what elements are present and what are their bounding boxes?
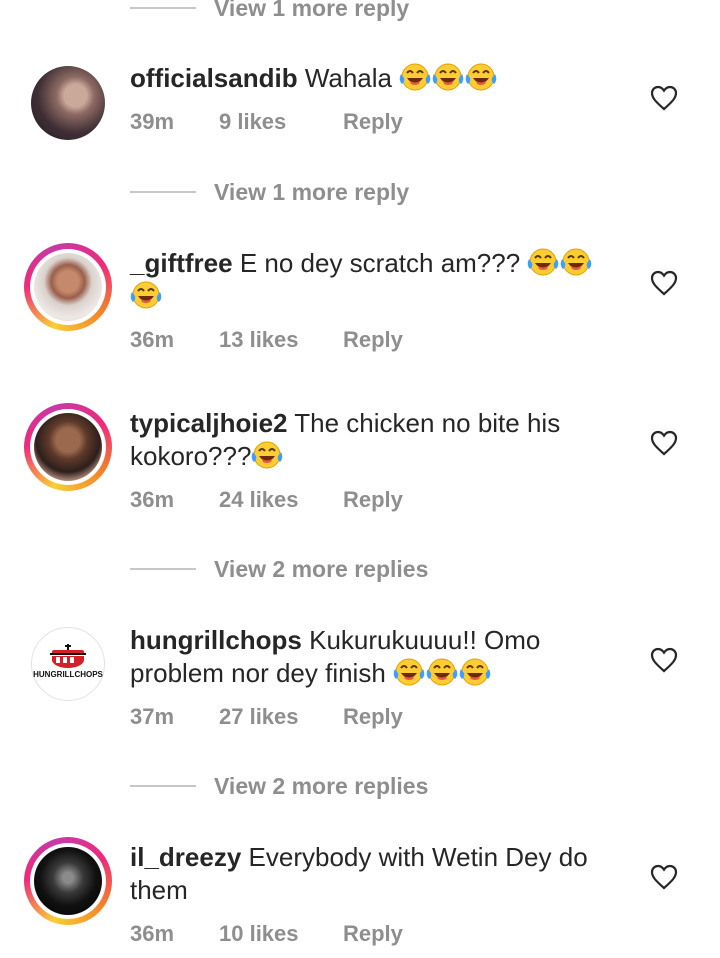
avatar[interactable] <box>24 243 112 331</box>
view-replies-link[interactable]: View 1 more reply <box>214 179 409 206</box>
reply-button[interactable]: Reply <box>343 327 403 353</box>
view-replies-row[interactable]: View 2 more replies <box>130 770 428 802</box>
view-replies-link[interactable]: View 1 more reply <box>214 0 409 22</box>
comment-meta: 37m 27 likes Reply <box>130 702 403 732</box>
hungrillchops-logo <box>50 644 86 668</box>
face-with-tears-of-joy-icon <box>130 280 162 310</box>
likes-count[interactable]: 27 likes <box>219 704 343 730</box>
timestamp: 36m <box>130 487 175 512</box>
face-with-tears-of-joy-icon <box>432 62 464 92</box>
view-replies-link[interactable]: View 2 more replies <box>214 556 428 583</box>
timestamp: 36m <box>130 327 175 352</box>
comment-text: officialsandib Wahala <box>130 62 620 95</box>
username[interactable]: hungrillchops <box>130 625 302 655</box>
reply-button[interactable]: Reply <box>343 921 403 947</box>
divider-line <box>130 568 196 570</box>
heart-outline-icon[interactable] <box>650 85 678 111</box>
username[interactable]: _giftfree <box>130 248 233 278</box>
view-replies-link[interactable]: View 2 more replies <box>214 773 428 800</box>
comment-body: Everybody with Wetin Dey do <box>248 842 588 872</box>
reply-button[interactable]: Reply <box>343 487 403 513</box>
face-with-tears-of-joy-icon <box>465 62 497 92</box>
comment-body: The chicken no bite his <box>294 408 561 438</box>
username[interactable]: typicaljhoie2 <box>130 408 288 438</box>
face-with-tears-of-joy-icon <box>527 247 559 277</box>
comment-body: E no dey scratch am??? <box>239 248 521 278</box>
timestamp: 39m <box>130 109 175 134</box>
comment-meta: 39m 9 likes Reply <box>130 107 403 137</box>
timestamp: 36m <box>130 921 175 946</box>
avatar[interactable]: HUNGRILLCHOPS <box>31 627 105 701</box>
comment-meta: 36m 13 likes Reply <box>130 325 403 355</box>
heart-outline-icon[interactable] <box>650 647 678 673</box>
divider-line <box>130 785 196 787</box>
avatar-photo <box>34 847 102 915</box>
timestamp: 37m <box>130 704 175 729</box>
comment-text: hungrillchops Kukurukuuuu!! Omo problem … <box>130 624 620 690</box>
face-with-tears-of-joy-icon <box>560 247 592 277</box>
comment-body: them <box>130 875 188 905</box>
heart-outline-icon[interactable] <box>650 430 678 456</box>
comment-body: Kukurukuuuu!! Omo <box>309 625 541 655</box>
likes-count[interactable]: 10 likes <box>219 921 343 947</box>
avatar[interactable] <box>31 66 105 140</box>
reply-button[interactable]: Reply <box>343 109 403 135</box>
view-replies-row[interactable]: View 2 more replies <box>130 553 428 585</box>
avatar-photo <box>31 66 105 140</box>
comment-text: _giftfree E no dey scratch am??? <box>130 247 620 313</box>
username[interactable]: officialsandib <box>130 63 298 93</box>
comment-body: Wahala <box>304 63 393 93</box>
avatar[interactable] <box>24 837 112 925</box>
view-replies-row[interactable]: View 1 more reply <box>130 176 409 208</box>
face-with-tears-of-joy-icon <box>426 657 458 687</box>
comment-text: il_dreezy Everybody with Wetin Dey do th… <box>130 841 620 907</box>
comment-meta: 36m 24 likes Reply <box>130 485 403 515</box>
comment-body: problem nor dey finish <box>130 658 386 688</box>
avatar[interactable] <box>24 403 112 491</box>
comment-meta: 36m 10 likes Reply <box>130 919 403 949</box>
comment-body: kokoro??? <box>130 441 252 471</box>
face-with-tears-of-joy-icon <box>399 62 431 92</box>
view-replies-row[interactable]: View 1 more reply <box>130 0 409 24</box>
face-with-tears-of-joy-icon <box>251 440 283 470</box>
divider-line <box>130 191 196 193</box>
heart-outline-icon[interactable] <box>650 864 678 890</box>
likes-count[interactable]: 9 likes <box>219 109 343 135</box>
likes-count[interactable]: 24 likes <box>219 487 343 513</box>
username[interactable]: il_dreezy <box>130 842 241 872</box>
avatar-photo <box>34 413 102 481</box>
face-with-tears-of-joy-icon <box>459 657 491 687</box>
divider-line <box>130 7 196 9</box>
logo-lettering: HUNGRILLCHOPS <box>33 670 103 679</box>
avatar-photo <box>34 253 102 321</box>
comment-text: typicaljhoie2 The chicken no bite his ko… <box>130 407 620 473</box>
face-with-tears-of-joy-icon <box>393 657 425 687</box>
heart-outline-icon[interactable] <box>650 270 678 296</box>
likes-count[interactable]: 13 likes <box>219 327 343 353</box>
reply-button[interactable]: Reply <box>343 704 403 730</box>
